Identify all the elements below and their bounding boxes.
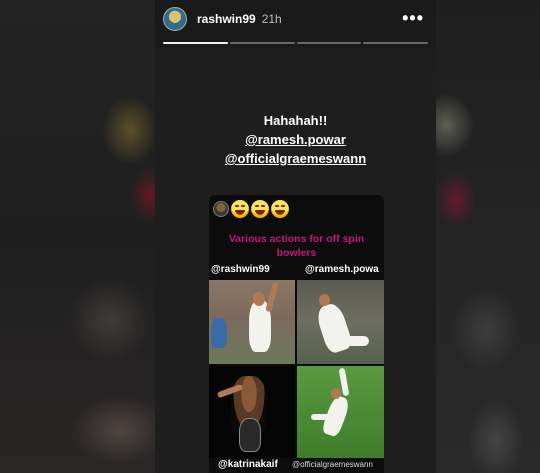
photo-tile <box>297 366 384 458</box>
caption-text: Hahahah!! <box>263 113 328 128</box>
progress-segment <box>296 42 362 44</box>
player-arm <box>265 281 279 313</box>
card-title-line: bowlers <box>276 247 317 259</box>
card-top-bar <box>213 199 289 219</box>
photo-tile <box>209 280 295 364</box>
more-icon[interactable]: ••• <box>402 8 424 29</box>
story-header: rashwin99 21h ••• <box>163 6 428 32</box>
laughing-emoji-icon <box>271 200 289 218</box>
mini-avatar <box>213 201 229 217</box>
progress-segment <box>163 42 228 44</box>
laughing-emoji-icon <box>251 200 269 218</box>
progress-segment <box>363 42 428 44</box>
card-title-line: Various actions for off spin <box>228 233 365 245</box>
mention-link[interactable]: @officialgraemeswann <box>155 151 436 166</box>
photo-tile <box>297 280 384 364</box>
blurred-backdrop-right <box>436 0 540 473</box>
dress <box>239 418 261 452</box>
player-leg <box>341 336 369 346</box>
progress-segment <box>229 42 295 44</box>
blurred-backdrop-left <box>0 0 155 473</box>
card-label-row: @rashwin99 @ramesh.powa <box>209 264 384 278</box>
player-arm <box>311 414 333 420</box>
card-label-row: @katrinakaif @officialgraemeswann <box>209 458 384 472</box>
photo-tile <box>209 366 295 458</box>
shared-post-card[interactable]: Various actions for off spin bowlers @ra… <box>209 195 384 473</box>
card-label: @rashwin99 <box>211 264 270 275</box>
card-title: Various actions for off spin bowlers <box>209 232 384 260</box>
avatar[interactable] <box>163 7 187 31</box>
crowd-figure <box>211 318 227 348</box>
card-label: @katrinakaif <box>218 459 278 470</box>
story-progress <box>163 42 428 44</box>
player-head <box>319 294 330 306</box>
player-head <box>331 388 341 399</box>
username[interactable]: rashwin99 <box>197 12 256 26</box>
laughing-emoji-icon <box>231 200 249 218</box>
player-figure <box>314 301 354 355</box>
post-time: 21h <box>261 12 282 26</box>
player-head <box>253 292 265 306</box>
story-viewer[interactable]: rashwin99 21h ••• Hahahah!! @ramesh.powa… <box>155 0 436 473</box>
card-label: @ramesh.powa <box>305 264 379 275</box>
mention-link[interactable]: @ramesh.powar <box>155 132 436 147</box>
card-label: @officialgraemeswann <box>292 460 373 469</box>
